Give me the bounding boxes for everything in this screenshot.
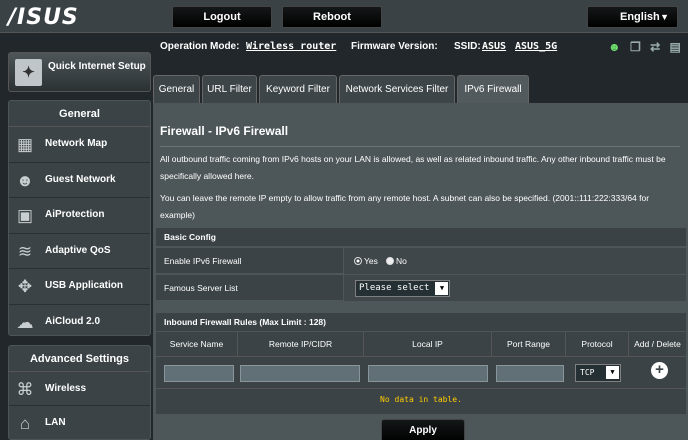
home-icon: ⌂ [19, 414, 31, 433]
col-port-range: Port Range [492, 332, 566, 356]
col-local-ip: Local IP [364, 332, 492, 356]
opmode-label: Operation Mode: [160, 41, 240, 52]
inbound-rules-header: Inbound Firewall Rules (Max Limit : 128) [156, 313, 686, 331]
tab-url-filter[interactable]: URL Filter [202, 75, 257, 103]
sidebar-item-label: Wireless [45, 383, 87, 394]
enable-ipv6-firewall-value: Yes No [343, 248, 686, 274]
remote-ip-input[interactable] [240, 365, 360, 382]
divider [160, 146, 680, 147]
printer-icon[interactable]: ▤ [670, 40, 681, 54]
port-range-input[interactable] [496, 365, 564, 382]
description-1: All outbound traffic coming from IPv6 ho… [160, 154, 666, 181]
sidebar-item-label: USB Application [45, 280, 123, 291]
col-protocol: Protocol [566, 332, 629, 356]
puzzle-icon: ✥ [17, 277, 33, 296]
radio-no-label: No [396, 256, 407, 266]
protocol-select[interactable]: TCP ▼ [575, 364, 621, 382]
service-name-input[interactable] [164, 365, 234, 382]
apply-button[interactable]: Apply [381, 419, 465, 440]
cloud-icon: ☁ [16, 312, 34, 332]
tab-ipv6-firewall[interactable]: IPv6 Firewall [457, 75, 529, 103]
description-2: You can leave the remote IP empty to all… [160, 193, 650, 220]
qos-icon: ≋ [17, 241, 33, 261]
radio-yes-label: Yes [364, 256, 378, 266]
sidebar-item-guest-network[interactable]: ☻ Guest Network [9, 163, 150, 198]
ssid-link-2g[interactable]: ASUS [482, 41, 506, 52]
sidebar-item-label: Adaptive QoS [45, 244, 111, 256]
status-icons: ☻ ❐ ⇄ ▤ [608, 40, 687, 54]
radio-no[interactable]: No [386, 256, 407, 266]
chevron-down-icon: ▼ [660, 12, 669, 22]
col-remote-ip: Remote IP/CIDR [238, 332, 364, 356]
network-map-icon: ▦ [16, 135, 34, 154]
col-service-name: Service Name [156, 332, 238, 356]
famous-server-select-value: Please select [359, 283, 430, 293]
sidebar-general: General ▦ Network Map ☻ Guest Network ▣ … [8, 100, 151, 336]
reboot-button[interactable]: Reboot [282, 6, 382, 28]
tab-keyword-filter[interactable]: Keyword Filter [259, 75, 337, 103]
firmware-label: Firmware Version: [351, 41, 438, 52]
client-status-icon[interactable]: ☻ [608, 40, 621, 54]
basic-config-header: Basic Config [156, 228, 686, 246]
sidebar-item-label: LAN [45, 417, 66, 428]
ssid-label: SSID: [454, 41, 481, 52]
enable-ipv6-firewall-label: Enable IPv6 Firewall [164, 256, 242, 266]
quick-internet-setup-button[interactable]: ✦ Quick Internet Setup [8, 52, 151, 92]
protocol-select-value: TCP [580, 368, 595, 377]
local-ip-input[interactable] [368, 365, 488, 382]
sidebar-item-network-map[interactable]: ▦ Network Map [9, 127, 150, 163]
sidebar-advanced: Advanced Settings ⌘ Wireless ⌂ LAN [8, 345, 151, 440]
opmode-link[interactable]: Wireless router [246, 41, 336, 52]
famous-server-list-label: Famous Server List [164, 283, 238, 293]
page-title: Firewall - IPv6 Firewall [160, 124, 289, 138]
sidebar-item-label: AiCloud 2.0 [45, 315, 101, 327]
sidebar-item-aicloud[interactable]: ☁ AiCloud 2.0 [9, 305, 150, 341]
famous-server-list-row: Famous Server List Please select ▼ [156, 275, 686, 301]
language-value: English [620, 11, 660, 23]
inbound-rules-table: Service Name Remote IP/CIDR Local IP Por… [156, 332, 686, 414]
sidebar-item-usb-application[interactable]: ✥ USB Application [9, 269, 150, 305]
wand-icon: ✦ [15, 59, 42, 86]
tab-general[interactable]: General [153, 75, 200, 103]
logout-button[interactable]: Logout [172, 6, 272, 28]
chevron-down-icon: ▼ [606, 366, 619, 379]
radio-no-dot [386, 257, 394, 265]
chevron-down-icon: ▼ [435, 282, 449, 295]
sidebar-item-label: Guest Network [45, 173, 116, 185]
col-add-delete: Add / Delete [634, 339, 681, 349]
sidebar-item-label: Network Map [45, 138, 108, 149]
users-icon: ☻ [16, 170, 34, 190]
empty-table-message: No data in table. [380, 395, 462, 404]
wifi-icon: ⌘ [16, 380, 34, 399]
general-heading: General [9, 101, 150, 127]
sidebar-item-label: AiProtection [45, 209, 105, 220]
famous-server-select[interactable]: Please select ▼ [355, 280, 451, 297]
copy-status-icon[interactable]: ❐ [630, 40, 641, 54]
status-bar: Operation Mode: Wireless router Firmware… [156, 33, 688, 59]
language-select[interactable]: English ▼ [587, 6, 678, 28]
sidebar-item-aiprotection[interactable]: ▣ AiProtection [9, 198, 150, 234]
sidebar-item-wireless[interactable]: ⌘ Wireless [9, 372, 150, 406]
main-panel: Firewall - IPv6 Firewall All outbound tr… [153, 103, 688, 440]
enable-ipv6-firewall-row: Enable IPv6 Firewall Yes No [156, 248, 686, 274]
sidebar-item-lan[interactable]: ⌂ LAN [9, 406, 150, 440]
advanced-heading: Advanced Settings [9, 346, 150, 372]
famous-server-list-value: Please select ▼ [343, 275, 686, 301]
usb-icon[interactable]: ⇄ [650, 40, 660, 54]
radio-yes-dot [354, 257, 362, 265]
top-bar: /ISUS Logout Reboot English ▼ [0, 0, 688, 33]
asus-logo: /ISUS [8, 5, 79, 30]
lock-icon: ▣ [16, 206, 34, 225]
quick-setup-label: Quick Internet Setup [48, 61, 146, 72]
sidebar-item-adaptive-qos[interactable]: ≋ Adaptive QoS [9, 234, 150, 269]
radio-yes[interactable]: Yes [354, 256, 378, 266]
tab-network-services-filter[interactable]: Network Services Filter [339, 75, 455, 103]
add-icon[interactable]: + [651, 362, 668, 379]
ssid-link-5g[interactable]: ASUS_5G [515, 41, 557, 52]
